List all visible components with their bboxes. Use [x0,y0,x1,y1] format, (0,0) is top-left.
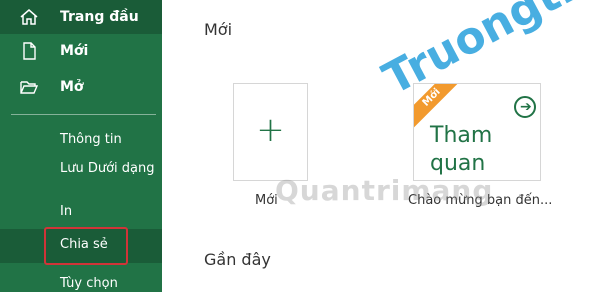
tour-title: Tham quan [430,123,493,176]
arrow-right-icon: ➔ [514,96,536,118]
sidebar-item-label: Mới [60,43,89,59]
tour-template-tile[interactable]: Mới Tham quan ➔ [413,83,541,181]
watermark-quantrimang: Quantrimang [275,174,494,207]
section-heading-new: Mới [204,20,233,39]
sidebar-item-new[interactable]: Mới [0,34,162,68]
section-heading-recent: Gần đây [204,250,271,269]
main-panel [162,0,616,292]
sidebar-item-label: Thông tin [60,132,122,147]
folder-open-icon [20,81,39,94]
sidebar: Trang đầu Mới Mở Thông tin Lưu Dưới dạng… [0,0,162,292]
plus-icon: + [256,110,285,150]
sidebar-item-info[interactable]: Thông tin [0,131,162,151]
new-document-icon [23,42,36,60]
sidebar-item-options[interactable]: Tùy chọn [0,275,162,295]
sidebar-item-label: Lưu Dưới dạng [60,161,155,176]
sidebar-item-label: Trang đầu [60,9,139,25]
highlight-outline [44,227,128,265]
sidebar-item-print[interactable]: In [0,203,162,223]
sidebar-item-open[interactable]: Mở [0,70,162,104]
sidebar-item-label: Tùy chọn [60,276,118,291]
sidebar-item-home[interactable]: Trang đầu [0,0,162,34]
sidebar-divider [11,114,156,115]
sidebar-item-label: In [60,204,73,219]
sidebar-item-label: Mở [60,79,84,95]
sidebar-item-save-as[interactable]: Lưu Dưới dạng [0,160,162,200]
home-icon [20,9,38,25]
blank-workbook-tile[interactable]: + [233,83,308,181]
